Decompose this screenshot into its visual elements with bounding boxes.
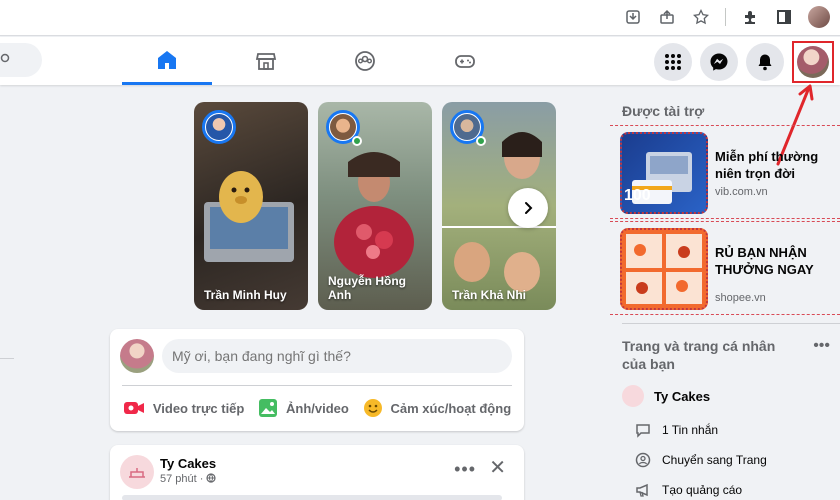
cake-logo-icon [129,468,145,478]
ad-card-illustration: 100 [624,152,692,204]
page-avatar [622,385,644,407]
browser-profile-avatar[interactable] [808,6,830,28]
globe-icon [206,473,217,483]
live-video-label: Video trực tiếp [152,400,245,416]
sidebar-divider [622,323,840,324]
story-card[interactable]: Trần Minh Huy [194,102,308,310]
composer-input[interactable] [162,339,512,373]
story-avatar [202,110,236,144]
page-item-ty-cakes[interactable]: Ty Cakes [622,385,710,407]
photo-video-button[interactable]: Ảnh/video [258,398,349,418]
post-author-avatar[interactable] [120,455,154,489]
messenger-icon [710,53,728,71]
tab-marketplace[interactable] [221,37,311,85]
close-icon[interactable]: ✕ [489,455,506,480]
page-action-label: 1 Tin nhắn [662,423,719,437]
browser-toolbar [0,0,840,36]
browser-toolbar-icons [623,6,830,28]
megaphone-icon [634,481,652,499]
home-icon [158,50,176,69]
ad-title: Miễn phí thường niên trọn đời [715,149,819,181]
ad-promo-illustration [626,234,702,304]
tab-gaming[interactable] [420,37,510,85]
profile-avatar-button[interactable] [792,41,834,83]
ad-domain: shopee.vn [715,292,766,304]
chevron-right-icon [525,202,533,214]
photo-video-label: Ảnh/video [286,400,349,416]
online-status-dot [476,136,486,146]
pages-section-title: Trang và trang cá nhân của bạn [622,338,776,372]
left-divider [0,358,14,359]
composer-divider [122,385,512,386]
feeling-activity-button[interactable]: Cảm xúc/hoạt động [363,398,512,418]
gamepad-icon [455,55,475,68]
menu-button[interactable] [654,43,692,81]
story-name: Nguyễn Hồng Anh [328,274,406,302]
groups-icon [355,51,375,71]
ad-thumb-label: 100 [624,187,651,204]
message-icon [634,421,652,439]
post-author-name[interactable]: Ty Cakes [160,456,216,471]
live-video-button[interactable]: Video trực tiếp [123,399,245,417]
install-app-icon[interactable] [623,7,643,27]
composer-actions: Video trực tiếp Ảnh/video Cảm xúc/hoạt đ… [110,391,524,425]
grid-menu-icon [665,54,681,70]
profile-avatar [797,46,829,78]
feeling-icon [363,399,382,417]
page-action-create-ad[interactable]: Tạo quảng cáo [634,481,742,499]
page-action-messages[interactable]: 1 Tin nhắn [634,421,718,439]
post-text-preview [122,495,502,500]
marketplace-icon [255,53,277,70]
right-sidebar: Được tài trợ 100 Miễn phí thường niên tr… [610,85,840,500]
navbar-right-actions [654,41,834,83]
story-name: Trần Minh Huy [204,288,287,302]
story-name: Trần Khả Nhi [452,288,527,302]
feed-post: Ty Cakes 57 phút · ••• ✕ [110,445,524,500]
more-options-icon[interactable]: ••• [813,337,830,355]
sponsored-title: Được tài trợ [622,103,705,119]
tab-groups[interactable] [320,37,410,85]
share-icon[interactable] [657,7,677,27]
top-navbar [0,37,840,85]
live-video-icon [123,402,144,414]
ad-thumbnail: 100 [620,132,708,214]
feeling-activity-label: Cảm xúc/hoạt động [390,400,512,416]
extensions-icon[interactable] [740,7,760,27]
stories-next-button[interactable] [508,188,548,228]
page-name: Ty Cakes [654,388,711,404]
toolbar-separator [725,8,726,26]
online-status-dot [352,136,362,146]
page-action-label: Tạo quảng cáo [662,483,743,497]
page-action-label: Chuyển sang Trang [662,453,767,467]
search-icon [0,53,10,63]
messenger-button[interactable] [700,43,738,81]
sponsored-ad-vib[interactable]: 100 Miễn phí thường niên trọn đời vib.co… [610,125,840,219]
ad-domain: vib.com.vn [715,186,768,198]
ad-thumbnail [620,228,708,310]
ad-title: RỦ BẠN NHẬN THƯỞNG NGAY [715,245,814,277]
post-more-options-icon[interactable]: ••• [454,459,476,480]
user-avatar[interactable] [120,339,154,373]
search-box[interactable] [0,43,42,77]
post-timestamp[interactable]: 57 phút · [160,473,217,485]
tab-home[interactable] [122,37,212,85]
sponsored-ad-shopee[interactable]: RỦ BẠN NHẬN THƯỞNG NGAY shopee.vn [610,221,840,315]
switch-profile-icon [634,451,652,469]
page-action-switch[interactable]: Chuyển sang Trang [634,451,767,469]
notifications-button[interactable] [746,43,784,81]
photo-icon [259,399,278,417]
post-composer: Video trực tiếp Ảnh/video Cảm xúc/hoạt đ… [110,329,524,431]
post-time-text: 57 phút · [160,473,204,485]
bell-icon [758,54,772,71]
side-panel-icon[interactable] [774,7,794,27]
bookmark-star-icon[interactable] [691,7,711,27]
story-card[interactable]: Nguyễn Hồng Anh [318,102,432,310]
